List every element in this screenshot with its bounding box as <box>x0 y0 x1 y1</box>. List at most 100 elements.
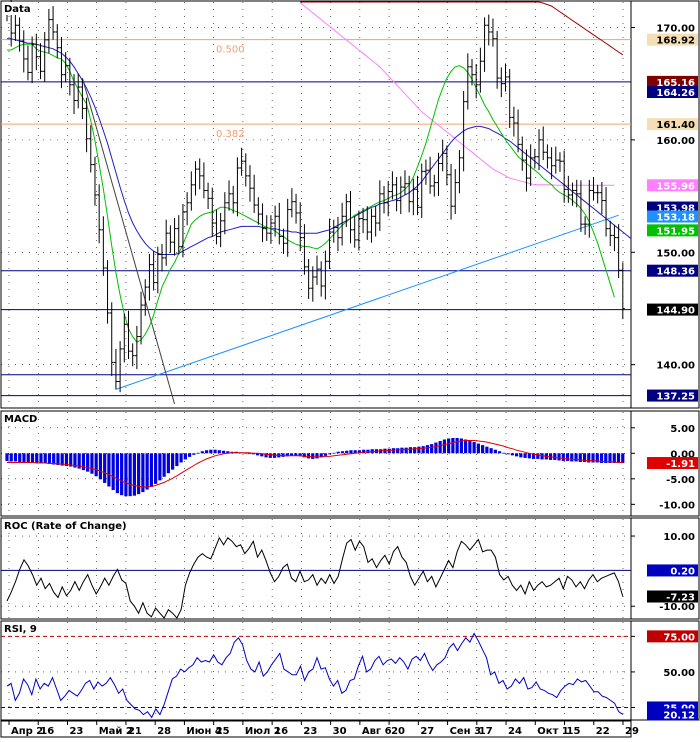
x-tick-label: 16 <box>274 726 288 737</box>
macd-histogram-bar <box>196 452 200 454</box>
x-tick-label: Апр 2 <box>11 726 43 737</box>
y-tick-label: 150.00 <box>656 248 695 259</box>
macd-histogram-bar <box>498 451 502 454</box>
fib-level-label: 0.382 <box>216 129 245 140</box>
macd-histogram-bar <box>434 442 438 454</box>
macd-histogram-bar <box>328 453 332 455</box>
x-tick-label: 28 <box>157 726 171 737</box>
macd-histogram-bar <box>442 439 446 454</box>
macd-histogram-bar <box>111 453 115 491</box>
y-tick-label: 10.00 <box>663 532 695 543</box>
macd-histogram-bar <box>217 450 221 454</box>
price-marker-label: -1.91 <box>666 459 695 470</box>
macd-histogram-bar <box>18 453 22 462</box>
macd-histogram-bar <box>22 453 26 462</box>
macd-histogram-bar <box>345 450 349 454</box>
macd-histogram-bar <box>107 453 111 487</box>
macd-histogram-bar <box>476 443 480 454</box>
price-marker-label: 161.40 <box>656 120 695 131</box>
panel-title: ROC (Rate of Change) <box>4 521 127 532</box>
y-tick-label: -10.00 <box>659 602 695 613</box>
macd-histogram-bar <box>587 453 591 463</box>
price-marker-label: 164.26 <box>656 88 695 99</box>
macd-histogram-bar <box>200 451 204 454</box>
macd-histogram-bar <box>502 452 506 454</box>
y-tick-label: -10.00 <box>659 500 695 511</box>
macd-histogram-bar <box>561 453 565 461</box>
macd-histogram-bar <box>52 453 56 465</box>
macd-histogram-bar <box>536 453 540 459</box>
price-marker-label: 168.92 <box>656 36 695 47</box>
macd-histogram-bar <box>481 445 485 454</box>
price-marker-label: 144.90 <box>656 306 695 317</box>
macd-histogram-bar <box>489 448 493 454</box>
macd-histogram-bar <box>98 453 103 480</box>
macd-histogram-bar <box>425 445 430 454</box>
macd-histogram-bar <box>557 453 561 461</box>
macd-histogram-bar <box>455 437 459 454</box>
macd-histogram-bar <box>506 453 510 455</box>
macd-histogram-bar <box>158 453 162 481</box>
y-tick-label: -5.00 <box>666 475 695 486</box>
macd-histogram-bar <box>523 453 527 458</box>
macd-histogram-bar <box>396 448 400 454</box>
price-marker-label: 155.96 <box>656 181 695 192</box>
x-tick-label: Авг 6 <box>362 726 392 737</box>
macd-histogram-bar <box>154 453 158 484</box>
panel-3: 75.0050.0025.0075.0025.0020.12RSI, 9 <box>0 620 700 721</box>
macd-histogram-bar <box>311 453 315 459</box>
macd-histogram-bar <box>464 439 468 454</box>
x-tick-label: 16 <box>40 726 54 737</box>
macd-histogram-bar <box>204 450 209 454</box>
macd-histogram-bar <box>413 447 417 454</box>
macd-histogram-bar <box>621 453 625 464</box>
macd-histogram-bar <box>166 453 170 474</box>
macd-histogram-bar <box>553 453 557 460</box>
macd-histogram-bar <box>387 448 391 454</box>
macd-histogram-bar <box>94 453 98 477</box>
macd-histogram-bar <box>451 437 455 454</box>
panel-frame <box>0 620 632 721</box>
macd-histogram-bar <box>43 453 47 464</box>
macd-histogram-bar <box>86 453 90 472</box>
x-tick-label: Окт 1 <box>537 726 569 737</box>
macd-histogram-bar <box>570 453 574 462</box>
macd-histogram-bar <box>115 453 120 494</box>
macd-histogram-bar <box>430 444 434 454</box>
x-tick-label: 23 <box>69 726 83 737</box>
panel-2: 10.00 -10.00 0.20 -7.23 ROC (Rate of Change) <box>0 517 700 620</box>
macd-histogram-bar <box>90 453 94 474</box>
macd-histogram-bar <box>391 448 396 454</box>
panel-frame <box>0 517 632 620</box>
macd-histogram-bar <box>281 453 285 457</box>
macd-histogram-bar <box>128 453 132 497</box>
x-tick-label: 17 <box>479 726 493 737</box>
x-tick-label: 30 <box>333 726 347 737</box>
macd-histogram-bar <box>578 453 582 462</box>
price-marker-label: 148.36 <box>656 267 695 278</box>
macd-histogram-bar <box>5 453 9 461</box>
x-tick-label: 24 <box>508 726 522 737</box>
price-marker-label: 153.18 <box>656 213 695 224</box>
macd-histogram-bar <box>421 446 425 454</box>
macd-histogram-bar <box>141 453 145 493</box>
y-tick-label: 50.00 <box>663 668 695 679</box>
macd-histogram-bar <box>137 453 141 495</box>
macd-histogram-bar <box>103 453 107 483</box>
price-marker-label: 0.20 <box>670 566 695 577</box>
macd-histogram-bar <box>39 453 43 464</box>
macd-histogram-bar <box>188 453 192 457</box>
y-tick-label: 170.00 <box>656 23 695 34</box>
macd-histogram-bar <box>565 453 570 461</box>
x-tick-label: 21 <box>128 726 142 737</box>
x-tick-label: 22 <box>596 726 610 737</box>
y-tick-label: 5.00 <box>670 424 695 435</box>
x-tick-label: 20 <box>391 726 405 737</box>
macd-histogram-bar <box>209 449 213 454</box>
macd-histogram-bar <box>514 453 519 457</box>
macd-histogram-bar <box>145 453 149 490</box>
macd-histogram-bar <box>323 453 328 456</box>
panel-frame <box>0 0 632 409</box>
macd-histogram-bar <box>26 453 30 463</box>
y-tick-label: 160.00 <box>656 136 695 147</box>
